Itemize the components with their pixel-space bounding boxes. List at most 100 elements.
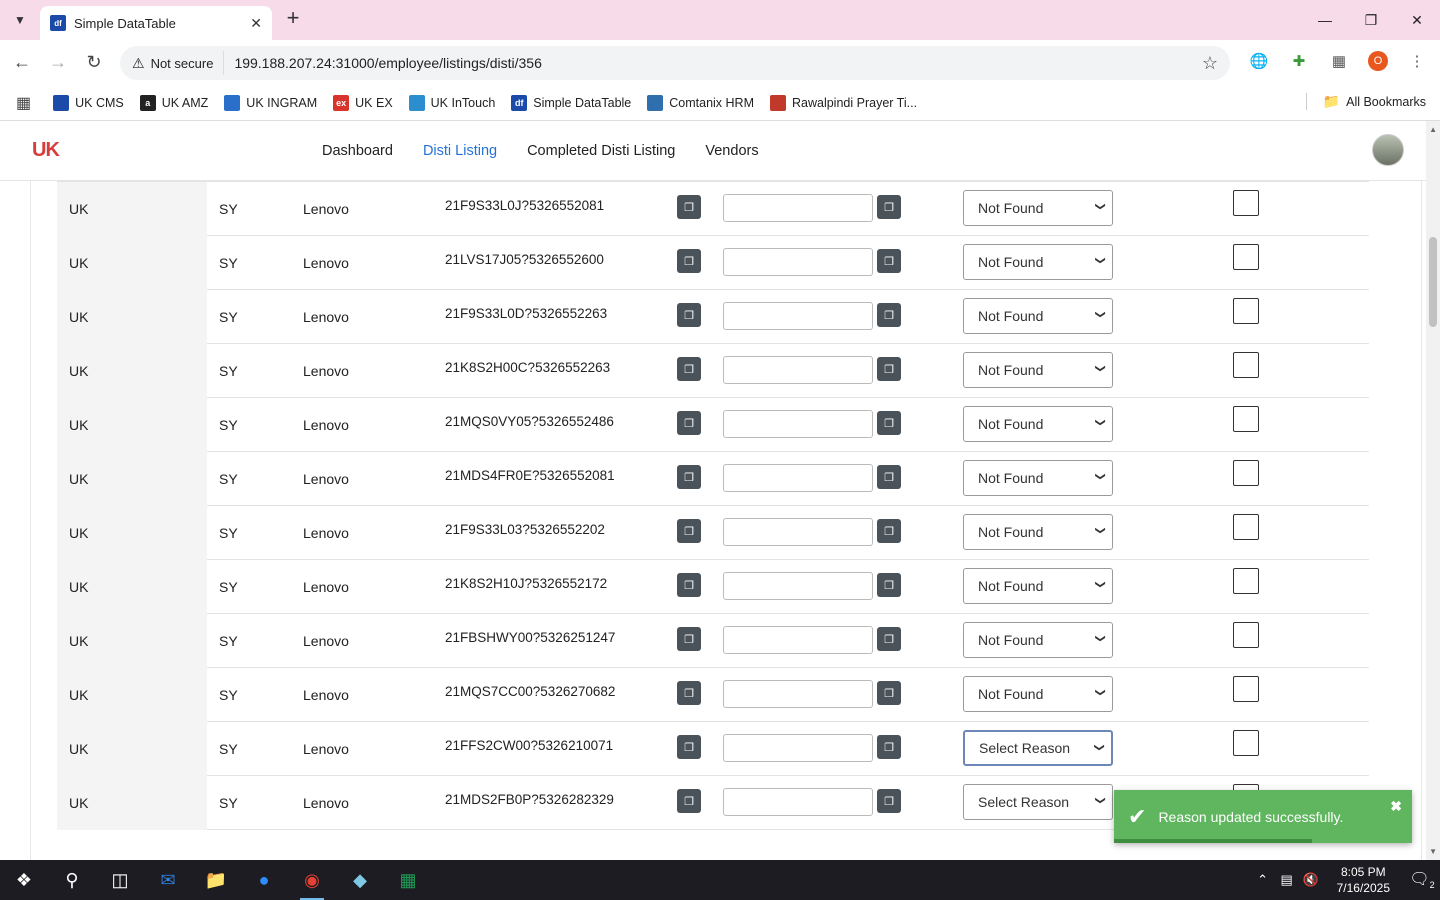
- value-input[interactable]: [723, 248, 873, 276]
- bookmark-item[interactable]: Comtanix HRM: [647, 94, 754, 111]
- value-input[interactable]: [723, 410, 873, 438]
- bookmark-item[interactable]: UK InTouch: [408, 94, 495, 111]
- value-input[interactable]: [723, 734, 873, 762]
- all-bookmarks-button[interactable]: 📁 All Bookmarks: [1305, 93, 1426, 110]
- bookmark-item[interactable]: df Simple DataTable: [511, 94, 631, 111]
- copy-part-button[interactable]: ❐: [677, 465, 701, 489]
- row-checkbox[interactable]: [1233, 622, 1259, 648]
- nav-link-vendors[interactable]: Vendors: [705, 143, 758, 159]
- row-checkbox[interactable]: [1233, 460, 1259, 486]
- browser-tab[interactable]: df Simple DataTable ✕: [40, 6, 272, 40]
- copy-part-button[interactable]: ❐: [677, 681, 701, 705]
- new-tab-icon[interactable]: +: [282, 7, 304, 30]
- reason-select[interactable]: Not Found ❯: [963, 244, 1113, 280]
- row-checkbox[interactable]: [1233, 352, 1259, 378]
- copy-part-button[interactable]: ❐: [677, 357, 701, 381]
- reason-select[interactable]: Not Found ❯: [963, 298, 1113, 334]
- row-checkbox[interactable]: [1233, 298, 1259, 324]
- reason-select[interactable]: Select Reason ❯: [963, 730, 1113, 766]
- reason-select[interactable]: Not Found ❯: [963, 568, 1113, 604]
- copy-part-button[interactable]: ❐: [677, 249, 701, 273]
- reason-select[interactable]: Not Found ❯: [963, 460, 1113, 496]
- reason-select[interactable]: Not Found ❯: [963, 514, 1113, 550]
- paste-button[interactable]: ❐: [877, 735, 901, 759]
- row-checkbox[interactable]: [1233, 568, 1259, 594]
- bookmark-item[interactable]: UK CMS: [53, 94, 124, 111]
- url-text[interactable]: 199.188.207.24:31000/employee/listings/d…: [234, 55, 1201, 71]
- windows-start-icon[interactable]: ❖: [0, 860, 48, 900]
- value-input[interactable]: [723, 302, 873, 330]
- value-input[interactable]: [723, 572, 873, 600]
- reload-icon[interactable]: ↻: [82, 50, 106, 74]
- file-explorer-icon[interactable]: 📁: [192, 860, 240, 900]
- bookmark-item[interactable]: UK INGRAM: [224, 94, 317, 111]
- toast-close-icon[interactable]: ✖: [1390, 798, 1402, 815]
- app-diamond-icon[interactable]: ◆: [336, 860, 384, 900]
- reason-select[interactable]: Not Found ❯: [963, 190, 1113, 226]
- nav-link-disti-listing[interactable]: Disti Listing: [423, 143, 497, 159]
- puzzle-icon[interactable]: ▦: [1328, 50, 1350, 72]
- paste-button[interactable]: ❐: [877, 681, 901, 705]
- reason-select[interactable]: Not Found ❯: [963, 406, 1113, 442]
- copy-part-button[interactable]: ❐: [677, 303, 701, 327]
- restore-icon[interactable]: ❐: [1348, 0, 1394, 40]
- reason-select[interactable]: Not Found ❯: [963, 622, 1113, 658]
- bookmark-item[interactable]: a UK AMZ: [139, 94, 208, 111]
- paste-button[interactable]: ❐: [877, 195, 901, 219]
- paste-button[interactable]: ❐: [877, 789, 901, 813]
- copy-part-button[interactable]: ❐: [677, 411, 701, 435]
- copy-part-button[interactable]: ❐: [677, 573, 701, 597]
- bookmark-star-icon[interactable]: ☆: [1202, 53, 1218, 74]
- row-checkbox[interactable]: [1233, 190, 1259, 216]
- copy-part-button[interactable]: ❐: [677, 195, 701, 219]
- chevron-up-icon[interactable]: ⌃: [1251, 872, 1275, 888]
- value-input[interactable]: [723, 680, 873, 708]
- address-bar[interactable]: ⚠ Not secure 199.188.207.24:31000/employ…: [120, 46, 1230, 80]
- apps-grid-icon[interactable]: ▦: [16, 93, 31, 113]
- copy-part-button[interactable]: ❐: [677, 789, 701, 813]
- row-checkbox[interactable]: [1233, 244, 1259, 270]
- reason-select[interactable]: Select Reason ❯: [963, 784, 1113, 820]
- reason-select[interactable]: Not Found ❯: [963, 352, 1113, 388]
- scroll-up-icon[interactable]: ▲: [1429, 125, 1437, 134]
- page-scrollbar[interactable]: ▲ ▼: [1426, 121, 1440, 860]
- security-indicator[interactable]: ⚠ Not secure: [132, 51, 225, 75]
- row-checkbox[interactable]: [1233, 406, 1259, 432]
- reason-select[interactable]: Not Found ❯: [963, 676, 1113, 712]
- paste-button[interactable]: ❐: [877, 465, 901, 489]
- volume-mute-icon[interactable]: 🔇: [1299, 872, 1323, 888]
- minimize-icon[interactable]: —: [1302, 0, 1348, 40]
- row-checkbox[interactable]: [1233, 730, 1259, 756]
- paste-button[interactable]: ❐: [877, 357, 901, 381]
- outlook-icon[interactable]: ✉: [144, 860, 192, 900]
- globe-icon[interactable]: 🌐: [1248, 50, 1270, 72]
- row-checkbox[interactable]: [1233, 676, 1259, 702]
- extension-plus-icon[interactable]: ✚: [1288, 50, 1310, 72]
- row-checkbox[interactable]: [1233, 514, 1259, 540]
- copy-part-button[interactable]: ❐: [677, 519, 701, 543]
- nav-link-completed-disti-listing[interactable]: Completed Disti Listing: [527, 143, 675, 159]
- clock[interactable]: 8:05 PM 7/16/2025: [1337, 864, 1390, 896]
- zoom-icon[interactable]: ●: [240, 860, 288, 900]
- paste-button[interactable]: ❐: [877, 303, 901, 327]
- paste-button[interactable]: ❐: [877, 519, 901, 543]
- user-avatar[interactable]: [1372, 134, 1404, 166]
- forward-icon[interactable]: →: [46, 50, 70, 74]
- paste-button[interactable]: ❐: [877, 411, 901, 435]
- copy-part-button[interactable]: ❐: [677, 735, 701, 759]
- value-input[interactable]: [723, 194, 873, 222]
- scroll-down-icon[interactable]: ▼: [1429, 847, 1437, 856]
- notifications-icon[interactable]: 🗨2: [1404, 869, 1440, 890]
- value-input[interactable]: [723, 518, 873, 546]
- chrome-icon[interactable]: ◉: [288, 860, 336, 900]
- back-icon[interactable]: ←: [10, 50, 34, 74]
- window-close-icon[interactable]: ✕: [1394, 0, 1440, 40]
- bookmark-item[interactable]: Rawalpindi Prayer Ti...: [770, 94, 917, 111]
- paste-button[interactable]: ❐: [877, 249, 901, 273]
- nav-link-dashboard[interactable]: Dashboard: [322, 143, 393, 159]
- value-input[interactable]: [723, 626, 873, 654]
- excel-icon[interactable]: ▦: [384, 860, 432, 900]
- bookmark-item[interactable]: ex UK EX: [333, 94, 393, 111]
- copy-part-button[interactable]: ❐: [677, 627, 701, 651]
- scroll-thumb[interactable]: [1429, 237, 1437, 327]
